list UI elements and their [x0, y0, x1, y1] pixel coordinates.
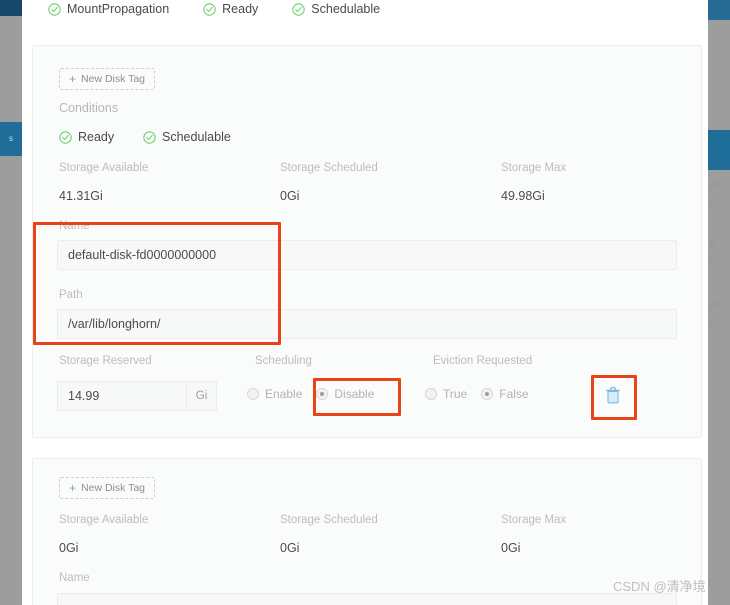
- eviction-requested-label: Eviction Requested: [433, 355, 533, 367]
- right-panel-header-sliver: [708, 0, 730, 20]
- stat-label-storage-max: Storage Max: [501, 514, 567, 526]
- storage-reserved-input[interactable]: 14.99: [58, 382, 186, 410]
- stat-value-storage-max: 0Gi: [501, 541, 521, 555]
- disk-condition-label: Ready: [78, 130, 115, 144]
- new-disk-tag-button[interactable]: + New Disk Tag: [59, 68, 156, 90]
- disk-card-primary: + New Disk Tag Conditions Ready Schedula…: [32, 45, 702, 438]
- check-circle-icon: [292, 2, 306, 16]
- right-panel-sliver[interactable]: ○ ▫ ○ ▫ ○ ▫: [708, 0, 730, 605]
- conditions-heading: Conditions: [59, 101, 119, 115]
- trash-icon: [606, 387, 620, 404]
- node-condition-label: Ready: [222, 2, 259, 16]
- disk-name-label: Name: [59, 220, 90, 232]
- left-sidebar-sliver[interactable]: s: [0, 0, 22, 605]
- node-condition-label: Schedulable: [311, 2, 381, 16]
- node-condition-mountpropagation: MountPropagation: [48, 2, 169, 16]
- scheduling-label: Scheduling: [255, 355, 312, 367]
- scheduling-radio-enable-label: Enable: [265, 387, 303, 401]
- stat-label-storage-max: Storage Max: [501, 162, 567, 174]
- disk-condition-label: Schedulable: [162, 130, 231, 144]
- stat-value-storage-max: 49.98Gi: [501, 189, 545, 203]
- scheduling-radio-disable[interactable]: Disable: [316, 387, 374, 401]
- node-condition-ready: Ready: [203, 2, 258, 16]
- eviction-radio-group[interactable]: True False: [425, 387, 529, 401]
- radio-dot-icon: [247, 388, 259, 400]
- new-disk-tag-button-secondary[interactable]: + New Disk Tag: [59, 477, 156, 499]
- watermark: CSDN @清净境: [613, 579, 706, 594]
- disk-path-label: Path: [59, 289, 83, 301]
- eviction-radio-false[interactable]: False: [481, 387, 529, 401]
- stat-label-storage-available: Storage Available: [59, 162, 149, 174]
- stat-value-storage-scheduled: 0Gi: [280, 189, 300, 203]
- right-panel-circle-icon-1: ○: [710, 178, 717, 191]
- delete-disk-button[interactable]: [603, 384, 623, 406]
- plus-icon: +: [69, 481, 77, 495]
- radio-dot-icon: [425, 388, 437, 400]
- stat-label-storage-scheduled: Storage Scheduled: [280, 162, 378, 174]
- right-panel-sub-2: ▫: [710, 257, 713, 265]
- node-condition-label: MountPropagation: [67, 2, 170, 16]
- disk-name-input-secondary[interactable]: [57, 593, 677, 605]
- node-conditions-row: MountPropagation Ready Schedulable: [48, 2, 380, 16]
- disk-path-input[interactable]: /var/lib/longhorn/: [57, 309, 677, 339]
- eviction-radio-true[interactable]: True: [425, 387, 467, 401]
- stat-value-storage-available: 41.31Gi: [59, 189, 103, 203]
- scheduling-radio-disable-label: Disable: [334, 387, 375, 401]
- plus-icon: +: [69, 72, 77, 86]
- check-circle-icon: [48, 2, 61, 16]
- eviction-radio-false-label: False: [499, 387, 529, 401]
- stat-label-storage-available: Storage Available: [59, 514, 149, 526]
- new-disk-tag-label: New Disk Tag: [81, 482, 146, 494]
- radio-dot-icon: [481, 388, 494, 400]
- stat-value-storage-available: 0Gi: [59, 541, 79, 555]
- disk-name-label-secondary: Name: [59, 572, 90, 584]
- sidebar-active-item-sliver[interactable]: s: [0, 122, 22, 156]
- app-root: s ○ ▫ ○ ▫ ○ ▫ MountPropagation Ready Sch…: [0, 0, 730, 605]
- storage-reserved-input-group[interactable]: 14.99 Gi: [57, 381, 217, 411]
- radio-dot-icon: [316, 388, 329, 400]
- disk-condition-ready: Ready: [59, 130, 114, 144]
- new-disk-tag-label: New Disk Tag: [81, 73, 146, 85]
- right-panel-sub-1: ▫: [710, 197, 713, 205]
- storage-reserved-label: Storage Reserved: [59, 355, 152, 367]
- eviction-radio-true-label: True: [443, 387, 468, 401]
- right-panel-circle-icon-3: ○: [710, 298, 717, 311]
- scheduling-radio-enable[interactable]: Enable: [247, 387, 302, 401]
- sidebar-logo-sliver: [0, 0, 22, 16]
- right-panel-active-sliver[interactable]: [708, 130, 730, 170]
- disk-card-secondary: + New Disk Tag Storage Available Storage…: [32, 458, 702, 605]
- right-panel-sub-3: ▫: [710, 317, 713, 325]
- check-circle-icon: [59, 130, 72, 144]
- disk-condition-schedulable: Schedulable: [143, 130, 231, 144]
- node-condition-schedulable: Schedulable: [292, 2, 380, 16]
- check-circle-icon: [203, 2, 216, 16]
- stat-value-storage-scheduled: 0Gi: [280, 541, 300, 555]
- right-panel-circle-icon-2: ○: [710, 238, 717, 251]
- stat-label-storage-scheduled: Storage Scheduled: [280, 514, 378, 526]
- disk-name-input[interactable]: default-disk-fd0000000000: [57, 240, 677, 270]
- scheduling-radio-group[interactable]: Enable Disable: [247, 387, 374, 401]
- storage-reserved-unit: Gi: [186, 382, 216, 410]
- check-circle-icon: [143, 130, 156, 144]
